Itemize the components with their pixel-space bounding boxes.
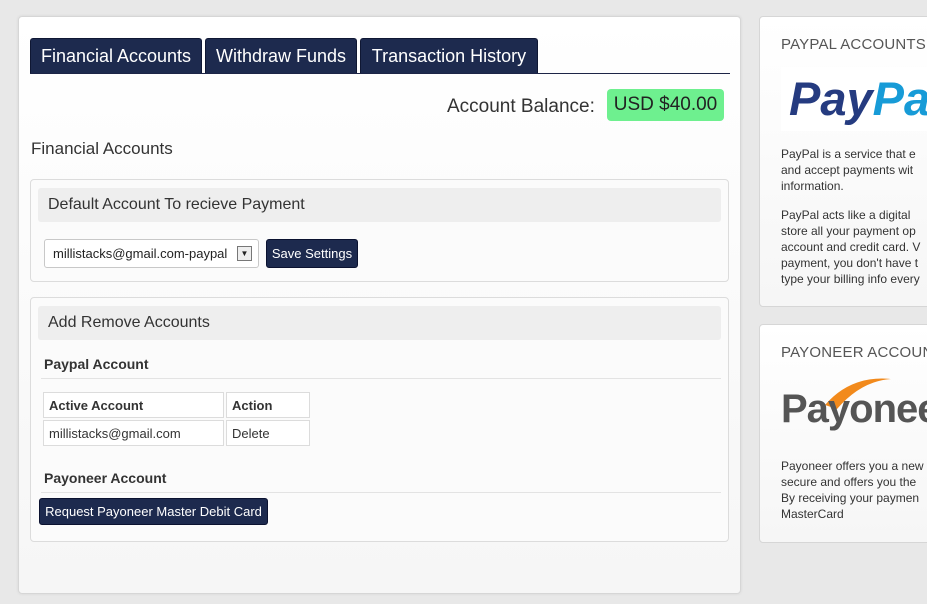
default-account-select[interactable]: millistacks@gmail.com-paypal ▼ [44, 239, 259, 268]
payoneer-account-title: Payoneer Account [44, 470, 167, 486]
payoneer-description: Payoneer offers you a new secure and off… [781, 459, 924, 521]
payoneer-logo: Payonee [781, 375, 927, 445]
divider [41, 378, 721, 379]
tab-withdraw-funds[interactable]: Withdraw Funds [205, 38, 357, 73]
paypal-account-title: Paypal Account [44, 356, 149, 372]
add-remove-accounts-box: Add Remove Accounts Paypal Account Activ… [30, 297, 729, 542]
save-settings-button[interactable]: Save Settings [266, 239, 358, 268]
page-title: Financial Accounts [31, 139, 173, 158]
main-panel: Financial Accounts Withdraw Funds Transa… [18, 16, 741, 594]
tab-bar: Financial Accounts Withdraw Funds Transa… [30, 38, 730, 74]
account-balance-value: USD $40.00 [607, 89, 724, 121]
paypal-panel-title: PAYPAL ACCOUNTS [781, 36, 926, 53]
request-payoneer-card-button[interactable]: Request Payoneer Master Debit Card [39, 498, 268, 525]
table-header-row: Active Account Action [43, 392, 310, 418]
tab-transaction-history[interactable]: Transaction History [360, 38, 538, 73]
default-account-selected-value: millistacks@gmail.com-paypal [53, 246, 228, 261]
divider [41, 492, 721, 493]
tab-financial-accounts[interactable]: Financial Accounts [30, 38, 202, 73]
paypal-info-panel: PAYPAL ACCOUNTS PayPal PayPal is a servi… [759, 16, 927, 307]
add-remove-accounts-header: Add Remove Accounts [38, 306, 721, 340]
paypal-description-2: PayPal acts like a digital store all you… [781, 208, 921, 286]
column-header-action: Action [226, 392, 310, 418]
default-account-box: Default Account To recieve Payment milli… [30, 179, 729, 282]
account-balance-label: Account Balance: [447, 96, 595, 117]
column-header-active-account: Active Account [43, 392, 224, 418]
paypal-accounts-table: Active Account Action millistacks@gmail.… [41, 390, 312, 448]
account-email-cell: millistacks@gmail.com [43, 420, 224, 446]
paypal-description: PayPal is a service that e and accept pa… [781, 147, 916, 193]
delete-account-link[interactable]: Delete [226, 420, 310, 446]
table-row: millistacks@gmail.com Delete [43, 420, 310, 446]
chevron-down-icon[interactable]: ▼ [237, 246, 252, 261]
default-account-header: Default Account To recieve Payment [38, 188, 721, 222]
payoneer-info-panel: PAYONEER ACCOUNT Payonee Payoneer offers… [759, 324, 927, 543]
payoneer-panel-title: PAYONEER ACCOUNT [781, 344, 927, 361]
paypal-logo: PayPal [781, 67, 927, 131]
